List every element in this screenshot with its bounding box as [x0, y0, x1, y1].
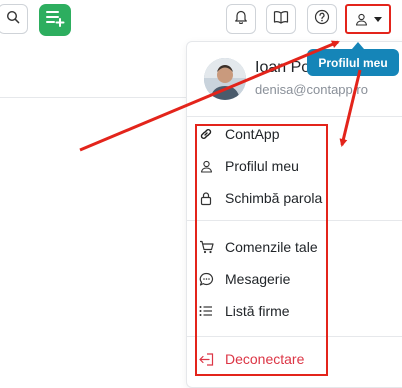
book-icon — [273, 10, 289, 29]
docs-button[interactable] — [266, 4, 296, 34]
bell-icon — [234, 9, 248, 29]
cart-icon — [198, 239, 214, 255]
caret-down-icon — [373, 16, 382, 22]
tooltip-arrow — [352, 42, 364, 49]
menu-item-label: Mesagerie — [225, 271, 291, 287]
menu-item-profile[interactable]: Profilul meu — [198, 154, 299, 178]
menu-item-label: Profilul meu — [225, 158, 299, 174]
add-list-button[interactable] — [39, 4, 71, 36]
help-button[interactable] — [307, 4, 337, 34]
list-icon — [198, 303, 214, 319]
add-list-icon — [45, 9, 65, 32]
notifications-button[interactable] — [226, 4, 256, 34]
menu-item-contapp[interactable]: ContApp — [198, 122, 279, 146]
menu-item-label: ContApp — [225, 126, 280, 142]
avatar — [204, 58, 246, 100]
menu-item-companies[interactable]: Listă firme — [198, 299, 290, 323]
menu-item-logout[interactable]: Deconectare — [198, 347, 304, 371]
link-icon — [198, 126, 214, 142]
help-icon — [314, 9, 330, 30]
menu-item-change-password[interactable]: Schimbă parola — [198, 186, 322, 210]
user-icon — [355, 13, 368, 26]
menu-item-messages[interactable]: Mesagerie — [198, 267, 290, 291]
user-icon — [198, 158, 214, 174]
menu-item-label: Schimbă parola — [225, 190, 323, 206]
user-menu-button[interactable] — [345, 4, 391, 34]
menu-item-label: Comenzile tale — [225, 239, 318, 255]
chat-icon — [198, 271, 214, 287]
profile-tooltip: Profilul meu — [307, 49, 399, 76]
menu-item-label: Deconectare — [225, 351, 305, 367]
top-bar — [0, 0, 402, 44]
logout-icon — [198, 351, 214, 367]
user-email: denisa@contapp.ro — [255, 82, 368, 97]
menu-item-label: Listă firme — [225, 303, 290, 319]
menu-item-orders[interactable]: Comenzile tale — [198, 235, 318, 259]
lock-icon — [198, 190, 214, 206]
search-icon — [6, 10, 20, 29]
menu-divider — [187, 116, 402, 117]
user-name: Ioan Po — [255, 59, 311, 76]
menu-divider — [187, 220, 402, 221]
menu-divider — [187, 336, 402, 337]
page-divider — [0, 97, 187, 98]
search-button[interactable] — [0, 4, 28, 34]
